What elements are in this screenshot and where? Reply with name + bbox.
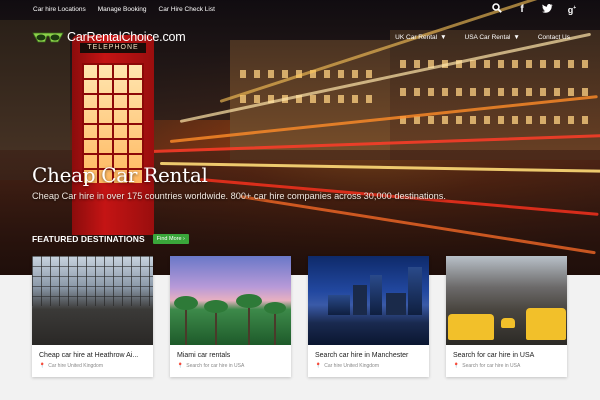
chevron-down-icon: ▼	[513, 34, 520, 41]
hero-title: Cheap Car Rental	[32, 163, 208, 187]
location-pin-icon: 📍	[453, 363, 460, 369]
yellow-taxi	[526, 308, 566, 340]
card-title[interactable]: Search for car hire in USA	[446, 345, 567, 359]
card-meta: 📍 Search for car hire in USA	[170, 359, 291, 369]
top-link-locations[interactable]: Car hire Locations	[33, 6, 86, 13]
find-more-button[interactable]: Find More ›	[152, 234, 189, 244]
building-windows	[400, 88, 590, 96]
building-windows	[400, 116, 590, 124]
hero-subtitle: Cheap Car hire in over 175 countries wor…	[32, 191, 446, 201]
card-title[interactable]: Cheap car hire at Heathrow Ai...	[32, 345, 153, 359]
terminal-window-grid	[32, 256, 153, 306]
facebook-icon[interactable]: f	[516, 4, 528, 15]
skyline-building	[353, 285, 367, 315]
destination-card-usa[interactable]: Search for car hire in USA 📍 Search for c…	[446, 256, 567, 377]
destination-cards: Cheap car hire at Heathrow Ai... 📍 Car hi…	[32, 256, 567, 377]
featured-header: FEATURED DESTINATIONS Find More ›	[32, 234, 189, 244]
card-title[interactable]: Miami car rentals	[170, 345, 291, 359]
menu-item-usa-car-rental[interactable]: USA Car Rental ▼	[465, 34, 520, 41]
card-image-usa	[446, 256, 567, 345]
top-link-manage-booking[interactable]: Manage Booking	[98, 6, 147, 13]
card-meta-text[interactable]: Search for car hire in USA	[186, 363, 244, 369]
search-icon[interactable]	[491, 3, 503, 16]
skyline-building	[328, 295, 350, 315]
top-bar: Car hire Locations Manage Booking Car Hi…	[0, 0, 600, 22]
menu-item-contact-us[interactable]: Contact Us	[538, 34, 570, 41]
card-image-miami	[170, 256, 291, 345]
yellow-taxi	[501, 318, 515, 328]
skyline-building	[386, 293, 406, 315]
card-meta: 📍 Car hire United Kingdom	[32, 359, 153, 369]
card-meta: 📍 Car hire United Kingdom	[308, 359, 429, 369]
sunglasses-logo-icon	[32, 30, 64, 44]
card-meta-text[interactable]: Search for car hire in USA	[462, 363, 520, 369]
card-image-heathrow	[32, 256, 153, 345]
main-nav: CarRentalChoice.com UK Car Rental ▼ USA C…	[0, 24, 600, 52]
destination-card-heathrow[interactable]: Cheap car hire at Heathrow Ai... 📍 Car hi…	[32, 256, 153, 377]
card-meta-text[interactable]: Car hire United Kingdom	[48, 363, 103, 369]
social-icons: f g+	[491, 3, 578, 16]
skyline-building	[408, 267, 422, 315]
palm-frond	[204, 300, 228, 313]
chevron-down-icon: ▼	[440, 34, 447, 41]
site-logo[interactable]: CarRentalChoice.com	[32, 30, 186, 44]
destination-card-manchester[interactable]: Search car hire in Manchester 📍 Car hire …	[308, 256, 429, 377]
palm-frond	[264, 302, 286, 314]
palm-frond	[174, 296, 198, 310]
yellow-taxi	[448, 314, 494, 340]
menu-item-uk-car-rental[interactable]: UK Car Rental ▼	[395, 34, 446, 41]
palm-trunk	[215, 311, 217, 345]
telephone-booth: TELEPHONE	[72, 35, 154, 235]
card-image-manchester	[308, 256, 429, 345]
card-title[interactable]: Search car hire in Manchester	[308, 345, 429, 359]
palm-trunk	[248, 305, 250, 345]
palm-trunk	[185, 307, 187, 345]
destination-card-miami[interactable]: Miami car rentals 📍 Search for car hire i…	[170, 256, 291, 377]
featured-heading: FEATURED DESTINATIONS	[32, 234, 145, 244]
skyline-building	[370, 275, 382, 315]
location-pin-icon: 📍	[39, 363, 46, 369]
google-plus-icon[interactable]: g+	[566, 5, 578, 15]
location-pin-icon: 📍	[315, 363, 322, 369]
card-meta: 📍 Search for car hire in USA	[446, 359, 567, 369]
menu-label: USA Car Rental	[464, 34, 511, 41]
menu-label: UK Car Rental	[395, 34, 438, 41]
top-link-checklist[interactable]: Car Hire Check List	[159, 6, 215, 13]
card-meta-text[interactable]: Car hire United Kingdom	[324, 363, 379, 369]
palm-trunk	[274, 313, 276, 345]
logo-text: CarRentalChoice.com	[67, 30, 186, 44]
top-links: Car hire Locations Manage Booking Car Hi…	[33, 6, 215, 13]
main-menu: UK Car Rental ▼ USA Car Rental ▼ Contact U…	[395, 34, 570, 41]
location-pin-icon: 📍	[177, 363, 184, 369]
palm-frond	[236, 294, 262, 308]
twitter-icon[interactable]	[541, 3, 553, 16]
